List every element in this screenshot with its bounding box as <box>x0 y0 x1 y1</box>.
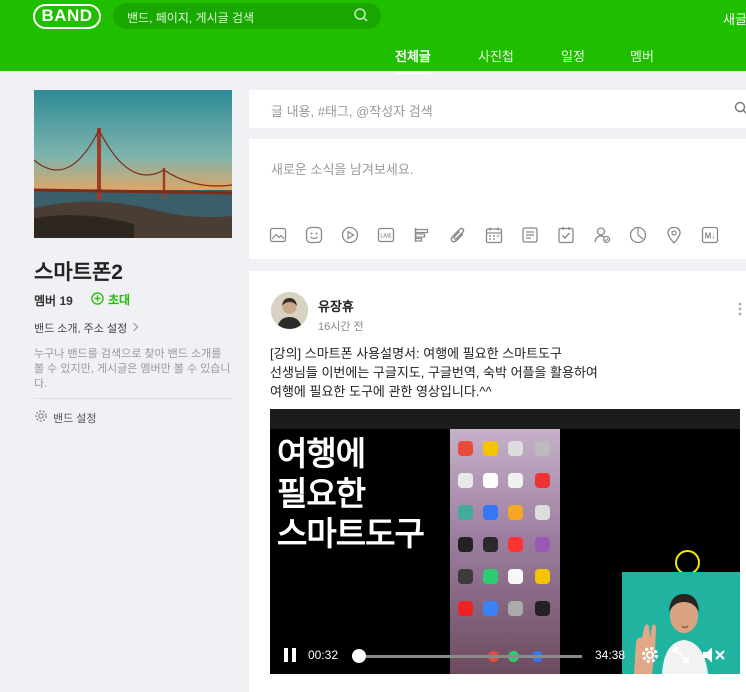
attach-icon[interactable] <box>449 225 485 245</box>
author-avatar[interactable] <box>271 292 308 329</box>
post-body-line: 선생님들 이번에는 구글지도, 구글번역, 숙박 어플을 활용하여 <box>270 365 598 380</box>
search-icon[interactable] <box>353 7 369 28</box>
phone-app-icon <box>458 537 473 552</box>
phone-app-icon <box>535 601 550 616</box>
phone-app-icon <box>483 569 498 584</box>
video-duration: 34:38 <box>595 648 626 662</box>
phone-app-icon <box>483 537 498 552</box>
global-search-input[interactable]: 밴드, 페이지, 게시글 검색 <box>113 3 381 29</box>
post-card: 유장휴 16시간 전 [강의] 스마트폰 사용설명서: 여행에 필요한 스마트도… <box>249 271 746 692</box>
video-player[interactable]: 여행에 필요한 스마트도구 00:32 34:38 <box>270 409 740 674</box>
search-icon[interactable] <box>734 101 746 120</box>
post-author[interactable]: 유장휴 <box>318 296 354 315</box>
phone-app-icon <box>458 473 473 488</box>
chevron-right-icon <box>132 322 139 335</box>
video-title-line: 여행에 <box>277 434 366 473</box>
plus-circle-icon <box>91 291 104 308</box>
pause-icon[interactable] <box>283 647 297 668</box>
phone-app-icon <box>483 505 498 520</box>
video-title-line: 필요한 <box>277 474 366 513</box>
phone-app-icon <box>508 601 523 616</box>
mute-icon[interactable] <box>702 646 726 669</box>
phone-app-icon <box>458 441 473 456</box>
post-search-placeholder: 글 내용, #태그, @작성자 검색 <box>271 104 433 119</box>
timer-icon[interactable] <box>629 225 665 245</box>
markdown-icon[interactable]: M↓ <box>701 225 737 245</box>
fullscreen-icon[interactable] <box>672 646 690 669</box>
post-body-line: [강의] 스마트폰 사용설명서: 여행에 필요한 스마트도구 <box>270 346 563 361</box>
phone-app-icon <box>535 569 550 584</box>
invite-label: 초대 <box>108 293 131 307</box>
compose-box[interactable]: 새로운 소식을 남겨보세요. LIVE M↓ <box>249 139 746 259</box>
phone-app-icon <box>483 441 498 456</box>
phone-app-icon <box>483 473 498 488</box>
checklist-icon[interactable] <box>557 225 593 245</box>
band-logo[interactable]: BAND <box>33 4 101 29</box>
svg-text:LIVE: LIVE <box>380 234 392 240</box>
gear-icon <box>34 409 48 426</box>
compose-toolbar: LIVE M↓ <box>269 225 737 245</box>
phone-app-icon <box>458 569 473 584</box>
tab-photos[interactable]: 사진첩 <box>478 46 514 65</box>
phone-app-icon <box>535 505 550 520</box>
tab-all-posts[interactable]: 전체글 <box>395 46 431 74</box>
band-tabs: 전체글 사진첩 일정 멤버 <box>0 38 746 74</box>
video-title-line: 스마트도구 <box>277 514 425 553</box>
gear-icon[interactable] <box>641 646 659 669</box>
band-about-link[interactable]: 밴드 소개, 주소 설정 <box>34 320 139 336</box>
band-name[interactable]: 스마트폰2 <box>34 256 123 286</box>
global-search-placeholder: 밴드, 페이지, 게시글 검색 <box>127 11 255 25</box>
attendance-icon[interactable] <box>593 225 629 245</box>
top-bar: BAND 밴드, 페이지, 게시글 검색 새글 <box>0 0 746 38</box>
new-posts-link[interactable]: 새글 <box>723 9 746 28</box>
post-time: 16시간 전 <box>318 321 364 333</box>
phone-app-icon <box>535 441 550 456</box>
phone-app-icon <box>508 537 523 552</box>
calendar-icon[interactable] <box>485 225 521 245</box>
sidebar-divider <box>34 398 232 399</box>
band-settings-link[interactable]: 밴드 설정 <box>34 409 97 426</box>
phone-app-icon <box>508 569 523 584</box>
invite-button[interactable]: 초대 <box>91 291 130 308</box>
phone-app-icon <box>508 473 523 488</box>
compose-placeholder: 새로운 소식을 남겨보세요. <box>271 162 414 177</box>
video-progress-track[interactable] <box>356 655 582 658</box>
recorded-window-bar <box>270 409 740 429</box>
phone-app-icon <box>508 441 523 456</box>
emoji-icon[interactable] <box>305 225 341 245</box>
phone-app-icon <box>535 473 550 488</box>
photo-icon[interactable] <box>269 225 305 245</box>
member-count[interactable]: 멤버 19 <box>34 292 73 309</box>
about-label: 밴드 소개, 주소 설정 <box>34 323 128 335</box>
video-icon[interactable] <box>341 225 377 245</box>
more-options-icon[interactable] <box>738 302 742 321</box>
phone-app-icon <box>458 601 473 616</box>
svg-text:M↓: M↓ <box>705 232 716 241</box>
band-cover-image[interactable] <box>34 90 232 238</box>
members-count: 19 <box>59 294 73 308</box>
todo-icon[interactable] <box>521 225 557 245</box>
phone-app-icon <box>508 505 523 520</box>
video-title-overlay: 여행에 필요한 스마트도구 <box>277 434 425 554</box>
location-icon[interactable] <box>665 225 701 245</box>
tab-schedule[interactable]: 일정 <box>561 46 585 65</box>
video-current-time: 00:32 <box>308 648 339 662</box>
poll-icon[interactable] <box>413 225 449 245</box>
post-body: [강의] 스마트폰 사용설명서: 여행에 필요한 스마트도구 선생님들 이번에는… <box>270 344 740 401</box>
video-progress-knob[interactable] <box>352 649 367 663</box>
members-label: 멤버 <box>34 294 57 308</box>
phone-status-bar <box>450 429 560 439</box>
band-description: 누구나 밴드를 검색으로 찾아 밴드 소개를 볼 수 있지만, 게시글은 멤버만… <box>34 348 231 390</box>
post-body-line: 여행에 필요한 도구에 관한 영상입니다.^^ <box>270 384 492 399</box>
tab-members[interactable]: 멤버 <box>630 46 654 65</box>
settings-label: 밴드 설정 <box>53 412 97 425</box>
phone-app-icon <box>458 505 473 520</box>
video-controls: 00:32 34:38 <box>270 638 740 674</box>
phone-app-icon <box>535 537 550 552</box>
post-search-input[interactable]: 글 내용, #태그, @작성자 검색 <box>249 90 746 128</box>
phone-app-icon <box>483 601 498 616</box>
live-icon[interactable]: LIVE <box>377 225 413 245</box>
